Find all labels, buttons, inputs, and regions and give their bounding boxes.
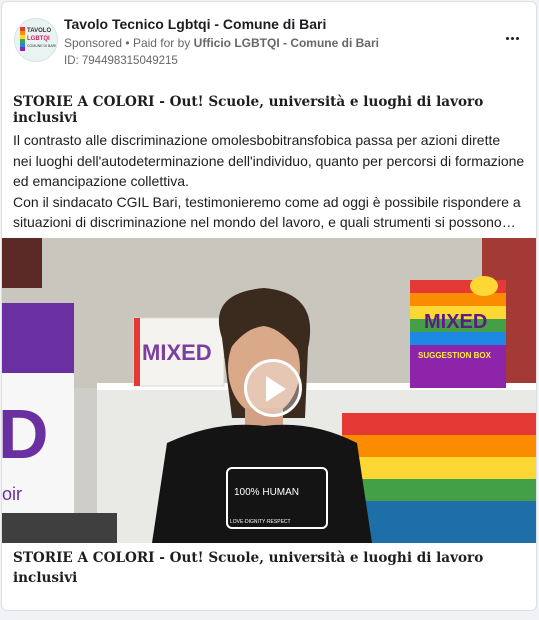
play-icon: [266, 376, 286, 402]
more-options-icon-dot: [510, 36, 514, 40]
avatar-line3: COMUNE DI BARI: [27, 44, 56, 48]
more-options-button[interactable]: [500, 28, 524, 48]
video-player[interactable]: MIXED MIXED SUGGESTION BOX D oir 100% HU…: [2, 238, 536, 543]
poster-sign: MIXED: [142, 340, 212, 365]
bag-text: oir: [2, 484, 22, 504]
more-options-icon: [505, 36, 509, 40]
body-line: ed emancipazione collettiva.: [13, 173, 189, 189]
post-headline: STORIE A COLORI - Out! Scuole, universit…: [13, 94, 484, 126]
box-sign: MIXED: [424, 311, 487, 333]
more-options-icon-dot: [515, 36, 519, 40]
body-line: nei luoghi dell'autodeterminazione dell'…: [13, 152, 525, 169]
post-body: Il contrasto alle discriminazione omoles…: [13, 130, 529, 233]
play-button[interactable]: [244, 359, 302, 417]
sponsored-line: Sponsored • Paid for by Ufficio LGBTQI -…: [64, 36, 379, 50]
paid-for-by[interactable]: Ufficio LGBTQI - Comune di Bari: [194, 36, 379, 50]
avatar-line2: LGBTQI: [27, 36, 50, 42]
paid-for-prefix: Paid for by: [132, 36, 191, 50]
sponsored-label: Sponsored: [64, 36, 123, 50]
link-title-line: STORIE A COLORI - Out! Scuole, universit…: [13, 550, 484, 566]
body-line: Il contrasto alle discriminazione omoles…: [13, 132, 501, 148]
page-name[interactable]: Tavolo Tecnico Lgbtqi - Comune di Bari: [64, 16, 326, 32]
body-line: Con il sindacato CGIL Bari, testimoniere…: [13, 193, 521, 210]
shirt-line1: 100% HUMAN: [234, 487, 299, 498]
meta-separator: •: [125, 36, 130, 50]
bag-letter: D: [2, 395, 49, 473]
link-title-line: inclusivi: [13, 570, 78, 586]
ad-card: TAVOLO LGBTQI COMUNE DI BARI Tavolo Tecn…: [1, 1, 537, 611]
body-line: situazioni di discriminazione nel mondo …: [13, 214, 516, 230]
ad-id: ID: 794498315049215: [64, 55, 178, 67]
post-header: TAVOLO LGBTQI COMUNE DI BARI Tavolo Tecn…: [2, 2, 536, 78]
box-sub: SUGGESTION BOX: [418, 351, 492, 360]
avatar-line1: TAVOLO: [27, 28, 51, 34]
page-avatar[interactable]: TAVOLO LGBTQI COMUNE DI BARI: [14, 18, 58, 62]
shirt-line2: LOVE·DIGNITY·RESPECT: [230, 519, 291, 525]
link-title[interactable]: STORIE A COLORI - Out! Scuole, universit…: [13, 548, 513, 588]
